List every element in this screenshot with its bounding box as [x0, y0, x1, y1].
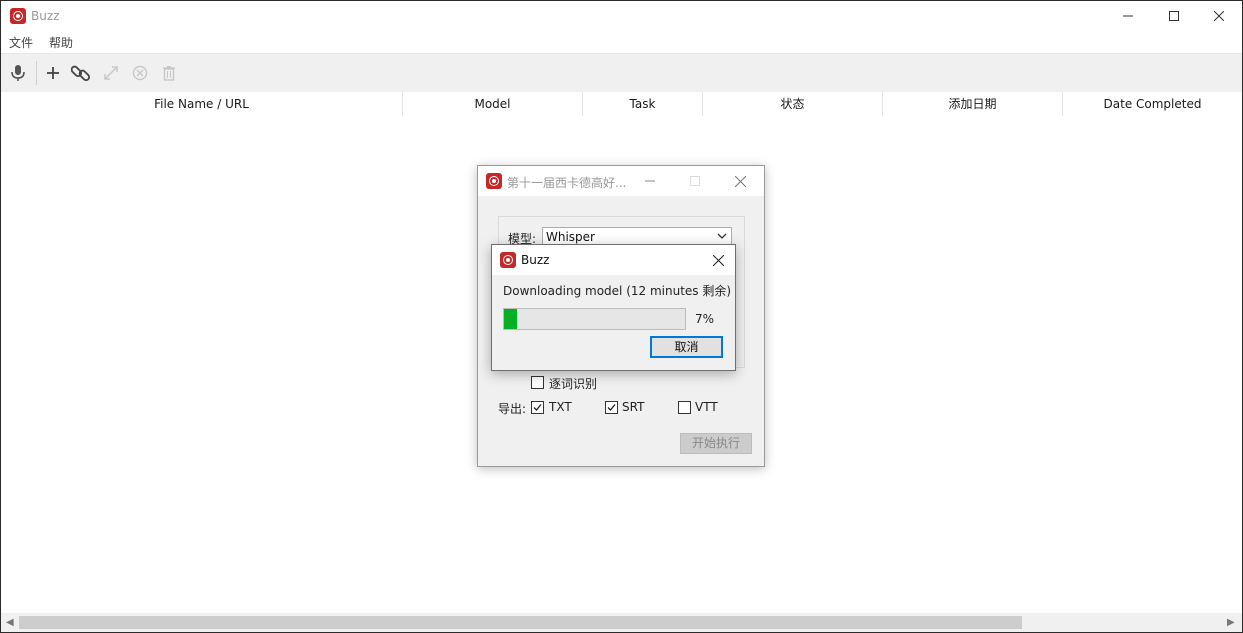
horizontal-scrollbar[interactable]: ◀ ▶	[1, 613, 1242, 632]
download-progress-fill	[504, 309, 517, 329]
toolbar-separator	[36, 61, 37, 85]
download-progress-bar	[503, 308, 686, 330]
record-button[interactable]	[5, 60, 31, 86]
chevron-down-icon	[717, 233, 727, 239]
export-txt-label: TXT	[549, 400, 572, 414]
download-dialog-title: Buzz	[521, 253, 550, 267]
transcriber-dialog-title-bar: 第十一届西卡德高好...	[478, 166, 764, 196]
menu-bar: 文件 帮助	[1, 32, 1242, 52]
column-task[interactable]: Task	[583, 92, 703, 116]
menu-file[interactable]: 文件	[9, 34, 33, 51]
title-bar: Buzz	[1, 1, 1242, 31]
word-level-label: 逐词识别	[549, 377, 598, 391]
dialog-maximize-button[interactable]	[673, 166, 717, 196]
close-button[interactable]	[1196, 1, 1242, 31]
microphone-icon	[11, 65, 25, 81]
export-vtt-label: VTT	[695, 400, 718, 414]
column-date-added[interactable]: 添加日期	[883, 92, 1063, 116]
download-message: Downloading model (12 minutes 剩余)	[503, 284, 732, 298]
transcription-table-header: File Name / URL Model Task 状态 添加日期 Date …	[1, 92, 1242, 116]
model-select-value: Whisper	[546, 230, 595, 244]
scrollbar-thumb[interactable]	[19, 616, 1022, 629]
download-dialog-title-bar: Buzz	[492, 245, 735, 275]
menu-help[interactable]: 帮助	[49, 34, 73, 51]
delete-button[interactable]	[156, 60, 182, 86]
export-vtt-checkbox[interactable]	[678, 401, 691, 414]
column-file-name[interactable]: File Name / URL	[1, 92, 403, 116]
cancel-icon	[132, 65, 148, 81]
toolbar	[1, 53, 1242, 93]
link-icon	[71, 65, 91, 82]
open-transcript-button[interactable]	[98, 60, 124, 86]
maximize-icon	[1169, 11, 1179, 21]
export-txt-checkbox[interactable]	[531, 401, 544, 414]
minimize-button[interactable]	[1105, 1, 1151, 31]
close-icon	[712, 254, 724, 266]
buzz-app-icon	[486, 173, 502, 189]
add-url-button[interactable]	[68, 60, 94, 86]
column-date-completed[interactable]: Date Completed	[1063, 92, 1242, 116]
dialog-minimize-button[interactable]	[628, 166, 672, 196]
plus-icon	[47, 67, 59, 79]
checkmark-icon	[533, 404, 542, 411]
checkmark-icon	[607, 404, 616, 411]
stop-transcription-button[interactable]	[127, 60, 153, 86]
transcriber-dialog-title: 第十一届西卡德高好...	[507, 176, 627, 190]
download-dialog-close-button[interactable]	[701, 245, 735, 275]
export-srt-label: SRT	[622, 400, 645, 414]
export-label: 导出:	[498, 402, 527, 416]
expand-icon	[104, 66, 118, 80]
add-file-button[interactable]	[40, 60, 66, 86]
minimize-icon	[645, 180, 655, 182]
column-model[interactable]: Model	[403, 92, 583, 116]
minimize-icon	[1123, 15, 1133, 17]
column-status[interactable]: 状态	[703, 92, 883, 116]
export-srt-checkbox[interactable]	[605, 401, 618, 414]
download-progress-dialog: Buzz Downloading model (12 minutes 剩余) 7…	[491, 244, 736, 371]
close-icon	[1214, 11, 1224, 21]
buzz-app-icon	[10, 8, 26, 24]
trash-icon	[163, 66, 175, 81]
window-title: Buzz	[31, 9, 60, 23]
dialog-close-button[interactable]	[718, 166, 762, 196]
cancel-download-button[interactable]: 取消	[650, 336, 723, 358]
maximize-button[interactable]	[1151, 1, 1197, 31]
download-progress-percent: 7%	[695, 312, 715, 326]
maximize-icon	[690, 176, 700, 186]
buzz-app-icon	[500, 252, 516, 268]
start-button[interactable]: 开始执行	[680, 433, 752, 454]
word-level-checkbox[interactable]	[531, 376, 544, 389]
close-icon	[734, 175, 746, 187]
scroll-right-icon[interactable]: ▶	[1227, 617, 1235, 628]
scroll-left-icon[interactable]: ◀	[6, 617, 14, 628]
